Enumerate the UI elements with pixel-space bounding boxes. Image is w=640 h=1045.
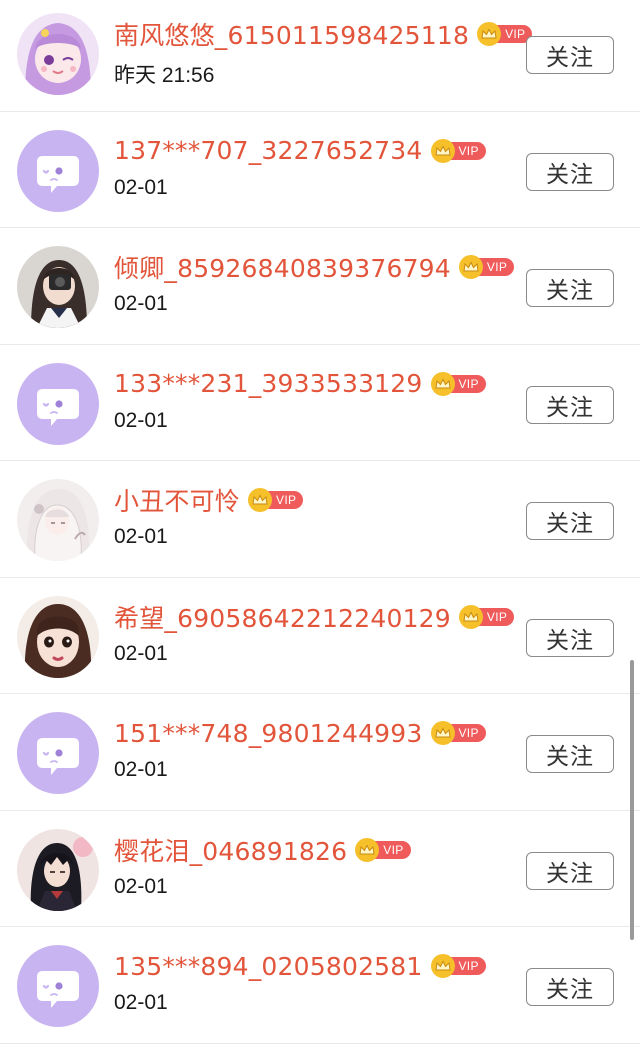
follow-time: 02-01 [114, 175, 168, 199]
name-line: 小丑不可怜 VIP [114, 482, 304, 518]
follow-button[interactable]: 关注 [526, 618, 614, 657]
follow-time: 02-01 [114, 641, 168, 665]
follow-time: 02-01 [114, 874, 168, 898]
list-item[interactable]: 137***707_3227652734 VIP 02-01 关注 [0, 112, 640, 228]
vip-badge: VIP [477, 22, 533, 46]
user-name[interactable]: 133***231_3933533129 [114, 369, 423, 398]
default-chat-bubble-icon [17, 712, 99, 794]
user-name[interactable]: 151***748_9801244993 [114, 719, 423, 748]
avatar[interactable] [17, 595, 99, 678]
avatar[interactable] [17, 945, 99, 1027]
vip-badge: VIP [355, 837, 411, 862]
follow-button[interactable]: 关注 [526, 152, 614, 191]
crown-icon [430, 138, 455, 163]
crown-icon [248, 488, 273, 512]
girl-photo-avatar-image [17, 246, 99, 328]
default-chat-bubble-icon [17, 362, 99, 445]
anime-white-hair-avatar-image [17, 479, 99, 561]
vip-badge: VIP [430, 721, 486, 745]
follow-button[interactable]: 关注 [526, 502, 614, 540]
list-item[interactable]: 135***894_0205802581 VIP 02-01 关注 [0, 927, 640, 1044]
vip-badge: VIP [430, 371, 486, 396]
vip-badge: VIP [430, 138, 486, 163]
name-line: 135***894_0205802581 VIP [114, 949, 486, 983]
name-line: 希望_69058642212240129 VIP [114, 599, 515, 635]
follow-list: 南风悠悠_615011598425118 VIP 昨天 21:56 关注 137… [0, 0, 640, 1044]
list-item[interactable]: 133***231_3933533129 VIP 02-01 关注 [0, 345, 640, 461]
user-name[interactable]: 137***707_3227652734 [114, 136, 423, 165]
name-line: 133***231_3933533129 VIP [114, 367, 486, 401]
list-item[interactable]: 南风悠悠_615011598425118 VIP 昨天 21:56 关注 [0, 0, 640, 112]
user-name[interactable]: 南风悠悠_615011598425118 [114, 16, 469, 52]
crown-icon [458, 255, 483, 279]
crown-icon [430, 721, 455, 745]
follow-button[interactable]: 关注 [526, 385, 614, 424]
avatar[interactable] [17, 129, 99, 212]
user-name[interactable]: 135***894_0205802581 [114, 952, 423, 981]
crown-icon [477, 22, 502, 46]
doll-face-avatar-image [17, 595, 99, 678]
name-line: 137***707_3227652734 VIP [114, 134, 486, 168]
follow-button[interactable]: 关注 [526, 851, 614, 890]
vip-badge: VIP [248, 488, 304, 512]
follow-time: 昨天 21:56 [114, 64, 215, 87]
list-item[interactable]: 151***748_9801244993 VIP 02-01 关注 [0, 694, 640, 811]
name-line: 151***748_9801244993 VIP [114, 716, 486, 750]
avatar[interactable] [17, 712, 99, 794]
user-name[interactable]: 樱花泪_046891826 [114, 832, 347, 868]
name-line: 南风悠悠_615011598425118 VIP [114, 16, 533, 52]
follow-time: 02-01 [114, 525, 168, 548]
avatar[interactable] [17, 362, 99, 445]
follow-button[interactable]: 关注 [526, 36, 614, 74]
user-name[interactable]: 希望_69058642212240129 [114, 599, 451, 635]
crown-icon [430, 954, 455, 978]
list-item[interactable]: 小丑不可怜 VIP 02-01 关注 [0, 461, 640, 578]
follow-button[interactable]: 关注 [526, 269, 614, 307]
list-item[interactable]: 希望_69058642212240129 VIP 02-01 关注 [0, 578, 640, 694]
crown-icon [355, 837, 380, 862]
avatar[interactable] [17, 828, 99, 911]
crown-icon [458, 604, 483, 629]
avatar[interactable] [17, 13, 99, 95]
name-line: 樱花泪_046891826 VIP [114, 833, 411, 867]
list-item[interactable]: 樱花泪_046891826 VIP 02-01 关注 [0, 811, 640, 927]
anime-boy-avatar-image [17, 828, 99, 911]
vip-badge: VIP [458, 604, 515, 629]
vertical-scrollbar[interactable] [630, 660, 634, 940]
name-line: 倾卿_85926840839376794 VIP [114, 249, 515, 285]
user-name[interactable]: 倾卿_85926840839376794 [114, 249, 451, 285]
vip-badge: VIP [430, 954, 486, 978]
follow-time: 02-01 [114, 292, 168, 315]
vip-badge: VIP [458, 255, 515, 279]
follow-time: 02-01 [114, 408, 168, 432]
anime-girl-avatar-image [17, 13, 99, 95]
user-name[interactable]: 小丑不可怜 [114, 482, 240, 518]
follow-time: 02-01 [114, 991, 168, 1014]
follow-button[interactable]: 关注 [526, 735, 614, 773]
avatar[interactable] [17, 246, 99, 328]
default-chat-bubble-icon [17, 945, 99, 1027]
crown-icon [430, 371, 455, 396]
follow-button[interactable]: 关注 [526, 968, 614, 1006]
list-item[interactable]: 倾卿_85926840839376794 VIP 02-01 关注 [0, 228, 640, 345]
default-chat-bubble-icon [17, 129, 99, 212]
follow-time: 02-01 [114, 758, 168, 781]
avatar[interactable] [17, 479, 99, 561]
